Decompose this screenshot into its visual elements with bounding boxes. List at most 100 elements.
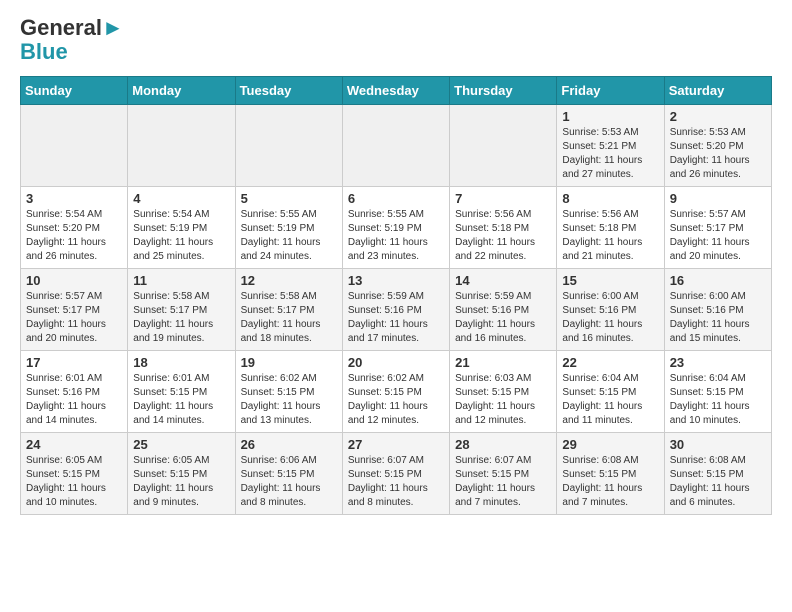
day-info: Sunrise: 5:57 AMSunset: 5:17 PMDaylight:… xyxy=(670,208,766,264)
day-info: Sunrise: 6:05 AMSunset: 5:15 PMDaylight:… xyxy=(26,454,122,510)
day-number: 19 xyxy=(241,355,337,370)
calendar-cell: 17 Sunrise: 6:01 AMSunset: 5:16 PMDayligh… xyxy=(21,351,128,433)
day-number: 30 xyxy=(670,437,766,452)
day-number: 1 xyxy=(562,109,658,124)
day-info: Sunrise: 5:56 AMSunset: 5:18 PMDaylight:… xyxy=(455,208,551,264)
day-info: Sunrise: 6:05 AMSunset: 5:15 PMDaylight:… xyxy=(133,454,229,510)
day-info: Sunrise: 5:54 AMSunset: 5:19 PMDaylight:… xyxy=(133,208,229,264)
day-number: 12 xyxy=(241,273,337,288)
logo-text: General►Blue xyxy=(20,16,124,64)
calendar-cell: 28Sunrise: 6:07 AMSunset: 5:15 PMDayligh… xyxy=(450,433,557,515)
calendar-cell: 23 Sunrise: 6:04 AMSunset: 5:15 PMDayligh… xyxy=(664,351,771,433)
day-number: 25 xyxy=(133,437,229,452)
day-info: Sunrise: 6:04 AMSunset: 5:15 PMDaylight:… xyxy=(670,372,766,428)
calendar-cell xyxy=(450,105,557,187)
calendar-header-row: SundayMondayTuesdayWednesdayThursdayFrid… xyxy=(21,77,772,105)
header: General►Blue xyxy=(20,16,772,64)
day-info: Sunrise: 6:00 AMSunset: 5:16 PMDaylight:… xyxy=(562,290,658,346)
day-info: Sunrise: 5:53 AMSunset: 5:20 PMDaylight:… xyxy=(670,126,766,182)
calendar-day-header: Friday xyxy=(557,77,664,105)
day-info: Sunrise: 5:59 AMSunset: 5:16 PMDaylight:… xyxy=(348,290,444,346)
day-number: 27 xyxy=(348,437,444,452)
day-info: Sunrise: 5:58 AMSunset: 5:17 PMDaylight:… xyxy=(241,290,337,346)
day-number: 18 xyxy=(133,355,229,370)
day-info: Sunrise: 5:55 AMSunset: 5:19 PMDaylight:… xyxy=(241,208,337,264)
calendar-cell: 2 Sunrise: 5:53 AMSunset: 5:20 PMDaylight… xyxy=(664,105,771,187)
calendar-table: SundayMondayTuesdayWednesdayThursdayFrid… xyxy=(20,76,772,515)
day-info: Sunrise: 5:59 AMSunset: 5:16 PMDaylight:… xyxy=(455,290,551,346)
day-number: 8 xyxy=(562,191,658,206)
day-number: 24 xyxy=(26,437,122,452)
day-info: Sunrise: 5:58 AMSunset: 5:17 PMDaylight:… xyxy=(133,290,229,346)
calendar-cell: 29 Sunrise: 6:08 AMSunset: 5:15 PMDayligh… xyxy=(557,433,664,515)
calendar-cell: 24 Sunrise: 6:05 AMSunset: 5:15 PMDayligh… xyxy=(21,433,128,515)
calendar-cell: 9 Sunrise: 5:57 AMSunset: 5:17 PMDaylight… xyxy=(664,187,771,269)
day-info: Sunrise: 6:04 AMSunset: 5:15 PMDaylight:… xyxy=(562,372,658,428)
day-number: 16 xyxy=(670,273,766,288)
calendar-cell: 10 Sunrise: 5:57 AMSunset: 5:17 PMDayligh… xyxy=(21,269,128,351)
day-number: 6 xyxy=(348,191,444,206)
calendar-week-row: 10 Sunrise: 5:57 AMSunset: 5:17 PMDayligh… xyxy=(21,269,772,351)
day-number: 21 xyxy=(455,355,551,370)
day-number: 14 xyxy=(455,273,551,288)
day-number: 20 xyxy=(348,355,444,370)
calendar-cell xyxy=(235,105,342,187)
day-number: 29 xyxy=(562,437,658,452)
calendar-cell: 13 Sunrise: 5:59 AMSunset: 5:16 PMDayligh… xyxy=(342,269,449,351)
calendar-week-row: 17 Sunrise: 6:01 AMSunset: 5:16 PMDayligh… xyxy=(21,351,772,433)
day-info: Sunrise: 6:00 AMSunset: 5:16 PMDaylight:… xyxy=(670,290,766,346)
calendar-cell: 8 Sunrise: 5:56 AMSunset: 5:18 PMDaylight… xyxy=(557,187,664,269)
calendar-day-header: Monday xyxy=(128,77,235,105)
calendar-day-header: Sunday xyxy=(21,77,128,105)
calendar-cell: 6Sunrise: 5:55 AMSunset: 5:19 PMDaylight… xyxy=(342,187,449,269)
day-number: 9 xyxy=(670,191,766,206)
day-info: Sunrise: 6:07 AMSunset: 5:15 PMDaylight:… xyxy=(348,454,444,510)
day-info: Sunrise: 6:03 AMSunset: 5:15 PMDaylight:… xyxy=(455,372,551,428)
calendar-cell: 14 Sunrise: 5:59 AMSunset: 5:16 PMDayligh… xyxy=(450,269,557,351)
day-info: Sunrise: 6:08 AMSunset: 5:15 PMDaylight:… xyxy=(562,454,658,510)
day-number: 2 xyxy=(670,109,766,124)
calendar-cell: 27 Sunrise: 6:07 AMSunset: 5:15 PMDayligh… xyxy=(342,433,449,515)
calendar-cell xyxy=(128,105,235,187)
calendar-cell: 21 Sunrise: 6:03 AMSunset: 5:15 PMDayligh… xyxy=(450,351,557,433)
day-number: 11 xyxy=(133,273,229,288)
calendar-cell: 22Sunrise: 6:04 AMSunset: 5:15 PMDayligh… xyxy=(557,351,664,433)
day-number: 10 xyxy=(26,273,122,288)
calendar-cell: 20Sunrise: 6:02 AMSunset: 5:15 PMDayligh… xyxy=(342,351,449,433)
calendar-cell: 15Sunrise: 6:00 AMSunset: 5:16 PMDayligh… xyxy=(557,269,664,351)
day-info: Sunrise: 6:06 AMSunset: 5:15 PMDaylight:… xyxy=(241,454,337,510)
day-info: Sunrise: 5:54 AMSunset: 5:20 PMDaylight:… xyxy=(26,208,122,264)
day-info: Sunrise: 5:57 AMSunset: 5:17 PMDaylight:… xyxy=(26,290,122,346)
calendar-week-row: 24 Sunrise: 6:05 AMSunset: 5:15 PMDayligh… xyxy=(21,433,772,515)
calendar-cell xyxy=(342,105,449,187)
calendar-cell: 4 Sunrise: 5:54 AMSunset: 5:19 PMDaylight… xyxy=(128,187,235,269)
calendar-cell: 12 Sunrise: 5:58 AMSunset: 5:17 PMDayligh… xyxy=(235,269,342,351)
day-info: Sunrise: 6:01 AMSunset: 5:16 PMDaylight:… xyxy=(26,372,122,428)
calendar-cell: 25 Sunrise: 6:05 AMSunset: 5:15 PMDayligh… xyxy=(128,433,235,515)
calendar-day-header: Thursday xyxy=(450,77,557,105)
day-number: 26 xyxy=(241,437,337,452)
day-number: 4 xyxy=(133,191,229,206)
day-number: 17 xyxy=(26,355,122,370)
day-info: Sunrise: 6:07 AMSunset: 5:15 PMDaylight:… xyxy=(455,454,551,510)
day-info: Sunrise: 6:01 AMSunset: 5:15 PMDaylight:… xyxy=(133,372,229,428)
day-info: Sunrise: 6:08 AMSunset: 5:15 PMDaylight:… xyxy=(670,454,766,510)
day-number: 7 xyxy=(455,191,551,206)
calendar-cell: 5 Sunrise: 5:55 AMSunset: 5:19 PMDaylight… xyxy=(235,187,342,269)
calendar-cell: 19 Sunrise: 6:02 AMSunset: 5:15 PMDayligh… xyxy=(235,351,342,433)
day-number: 23 xyxy=(670,355,766,370)
calendar-day-header: Tuesday xyxy=(235,77,342,105)
calendar-cell: 3 Sunrise: 5:54 AMSunset: 5:20 PMDaylight… xyxy=(21,187,128,269)
day-info: Sunrise: 6:02 AMSunset: 5:15 PMDaylight:… xyxy=(241,372,337,428)
calendar-week-row: 1Sunrise: 5:53 AMSunset: 5:21 PMDaylight… xyxy=(21,105,772,187)
calendar-day-header: Saturday xyxy=(664,77,771,105)
day-number: 5 xyxy=(241,191,337,206)
calendar-cell: 1Sunrise: 5:53 AMSunset: 5:21 PMDaylight… xyxy=(557,105,664,187)
day-number: 3 xyxy=(26,191,122,206)
calendar-week-row: 3 Sunrise: 5:54 AMSunset: 5:20 PMDaylight… xyxy=(21,187,772,269)
calendar-cell: 7 Sunrise: 5:56 AMSunset: 5:18 PMDaylight… xyxy=(450,187,557,269)
day-number: 13 xyxy=(348,273,444,288)
day-info: Sunrise: 5:56 AMSunset: 5:18 PMDaylight:… xyxy=(562,208,658,264)
calendar-cell: 11 Sunrise: 5:58 AMSunset: 5:17 PMDayligh… xyxy=(128,269,235,351)
calendar-cell: 26 Sunrise: 6:06 AMSunset: 5:15 PMDayligh… xyxy=(235,433,342,515)
